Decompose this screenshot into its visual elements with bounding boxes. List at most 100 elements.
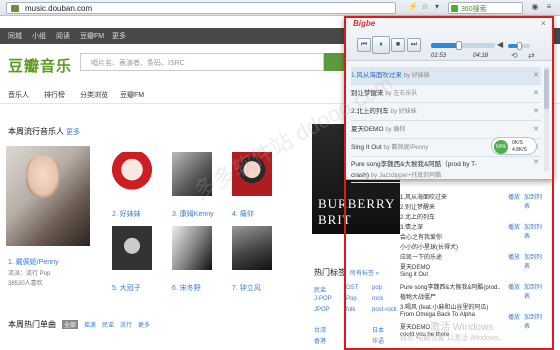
artist-thumb[interactable] xyxy=(112,152,152,196)
top-nav-item[interactable]: 豆瓣FM xyxy=(80,31,104,41)
chart-song[interactable]: 夏天DEMO xyxy=(400,322,430,331)
player-extension-icon[interactable]: ◉ xyxy=(530,2,540,12)
volume-icon[interactable]: ◀ xyxy=(497,40,503,49)
artist-name[interactable]: 7. 钟立风 xyxy=(232,283,261,293)
meter-percent: 64% xyxy=(494,140,508,154)
playlist-scrollbar[interactable] xyxy=(544,67,549,171)
play-action[interactable]: 播放 xyxy=(508,282,520,291)
dropdown-arrow-icon[interactable]: ▾ xyxy=(432,2,442,12)
add-to-list-action[interactable]: 加到列表 xyxy=(524,312,542,330)
sub-nav-item[interactable]: 音乐人 xyxy=(8,90,29,100)
chart-song[interactable]: 2.别让梦醒来 xyxy=(400,202,435,211)
tag[interactable]: post-rock xyxy=(372,307,397,313)
playlist-artist: by 好妹妹 xyxy=(390,109,417,115)
chart-song[interactable]: 3.情之深 xyxy=(400,222,423,231)
star-icon[interactable]: ☆ xyxy=(420,2,430,12)
tag[interactable]: OST xyxy=(346,285,358,291)
site-logo[interactable]: 豆瓣音乐 xyxy=(8,55,72,76)
repeat-icon[interactable]: ⟲ xyxy=(511,51,518,60)
volume-slider[interactable] xyxy=(508,42,530,50)
artist-name[interactable]: 4. 痛仰 xyxy=(232,209,254,219)
play-action[interactable]: 播放 xyxy=(508,222,520,231)
top-nav-item[interactable]: 更多 xyxy=(112,31,126,41)
top-nav-item[interactable]: 小组 xyxy=(32,31,46,41)
player-controls: Bigbe × ⏮ ⏸ ■ ⏭ 01:53 04:18 ◀ ⟲ ⇄ xyxy=(345,17,553,61)
play-action[interactable]: 播放 xyxy=(508,312,520,321)
top-nav-item[interactable]: 同城 xyxy=(8,31,22,41)
artist-name[interactable]: 2. 好妹妹 xyxy=(112,209,141,219)
chart-song[interactable]: 会心之有我爱你 xyxy=(400,232,442,241)
play-action[interactable]: 播放 xyxy=(508,252,520,261)
playlist-item[interactable]: 2.北上的列车 by 好妹妹 ✕ xyxy=(351,103,541,121)
all-tags-link[interactable]: 所有标签 » xyxy=(350,268,379,277)
chart-song[interactable]: 夏天DEMO xyxy=(400,262,430,271)
menu-icon[interactable]: ≡ xyxy=(544,2,554,12)
remove-icon[interactable]: ✕ xyxy=(533,121,539,138)
tag[interactable]: 香港 xyxy=(314,336,326,345)
url-text: music.douban.com xyxy=(25,4,93,13)
chart-song[interactable]: 2.北上的列车 xyxy=(400,212,435,221)
search-box[interactable]: 360搜索 xyxy=(448,2,523,14)
chart-song[interactable]: 3.喝风 (feat.小麻和山谷里的阿瓜) xyxy=(400,302,500,311)
featured-artist-name[interactable]: 1. 戴佩妮/Penny xyxy=(8,257,59,267)
top-nav-item[interactable]: 阅读 xyxy=(56,31,70,41)
artist-name[interactable]: 6. 宋冬野 xyxy=(172,283,201,293)
sub-nav-item[interactable]: 排行榜 xyxy=(44,90,65,100)
artist-thumb[interactable] xyxy=(232,226,272,270)
more-artists-link[interactable]: 更多 xyxy=(66,127,80,137)
add-to-list-action[interactable]: 加到列表 xyxy=(524,282,542,300)
playlist-artist: by 戴佩妮/Penny xyxy=(383,145,429,151)
chart-song[interactable]: 植物大战僵尸 xyxy=(400,292,436,301)
play-action[interactable]: 播放 xyxy=(508,192,520,201)
chart-song[interactable]: 应凯一下的乐途 xyxy=(400,252,442,261)
sub-nav-item[interactable]: 豆瓣FM xyxy=(120,90,144,100)
tag[interactable]: 华语 xyxy=(372,336,384,345)
tag[interactable]: 日本 xyxy=(372,325,384,334)
pause-icon[interactable]: ⏸ xyxy=(372,36,390,54)
tag[interactable]: folk xyxy=(346,307,355,313)
artist-name[interactable]: 3. 康姆Kenny xyxy=(172,209,214,219)
tag[interactable]: Pop xyxy=(346,296,357,302)
site-search-input[interactable]: 唱片名、表演者、条码、ISRC xyxy=(80,53,324,71)
add-to-list-action[interactable]: 加到列表 xyxy=(524,222,542,240)
progress-handle[interactable] xyxy=(456,41,463,50)
weekly-tab[interactable]: 摇滚 xyxy=(84,320,96,329)
chart-song[interactable]: Sing it Out xyxy=(400,272,428,278)
shuffle-icon[interactable]: ⇄ xyxy=(528,51,535,60)
volume-handle[interactable] xyxy=(517,42,523,50)
close-icon[interactable]: × xyxy=(541,19,546,28)
tag[interactable]: JPOP xyxy=(314,307,330,313)
weekly-tab[interactable]: 更多 xyxy=(138,320,150,329)
remove-icon[interactable]: ✕ xyxy=(533,85,539,102)
site-search-button[interactable] xyxy=(324,53,344,71)
weekly-tab[interactable]: 全部 xyxy=(62,320,79,329)
scrollbar-thumb[interactable] xyxy=(544,69,549,109)
add-to-list-action[interactable]: 加到列表 xyxy=(524,192,542,210)
artist-name[interactable]: 5. 大冠子 xyxy=(112,283,141,293)
playlist-item[interactable]: Pure song李魏西&大猴我&阿酷（prod by T- crash) by… xyxy=(351,157,541,183)
previous-icon[interactable]: ⏮ xyxy=(357,38,371,52)
remove-icon[interactable]: ✕ xyxy=(533,157,539,168)
search-engine-icon xyxy=(451,5,458,12)
next-icon[interactable]: ⏭ xyxy=(407,38,421,52)
tag[interactable]: pop xyxy=(372,285,382,291)
weekly-tab[interactable]: 流行 xyxy=(120,320,132,329)
lightning-icon[interactable]: ⚡ xyxy=(408,2,418,12)
artist-thumb[interactable] xyxy=(112,226,152,270)
sub-nav-item[interactable]: 分类浏览 xyxy=(80,90,108,100)
chart-song[interactable]: Pure song李魏西&大猴我&阿酷(prod...) xyxy=(400,282,500,291)
chart-song[interactable]: 小小的小星球(长得犬) xyxy=(400,242,458,251)
remove-icon[interactable]: ✕ xyxy=(533,103,539,120)
tag[interactable]: 台湾 xyxy=(314,325,326,334)
stop-icon[interactable]: ■ xyxy=(391,38,405,52)
tag[interactable]: rock xyxy=(372,296,383,302)
remove-icon[interactable]: ✕ xyxy=(533,67,539,84)
artist-thumb[interactable] xyxy=(172,226,212,270)
tag[interactable]: 民谣 xyxy=(314,285,326,294)
address-bar[interactable]: music.douban.com xyxy=(6,2,396,14)
progress-bar[interactable] xyxy=(431,41,495,50)
chart-song[interactable]: 1.风从海面吹过来 xyxy=(400,192,447,201)
weekly-tab[interactable]: 民谣 xyxy=(102,320,114,329)
tag[interactable]: J-POP xyxy=(314,296,332,302)
add-to-list-action[interactable]: 加到列表 xyxy=(524,252,542,270)
